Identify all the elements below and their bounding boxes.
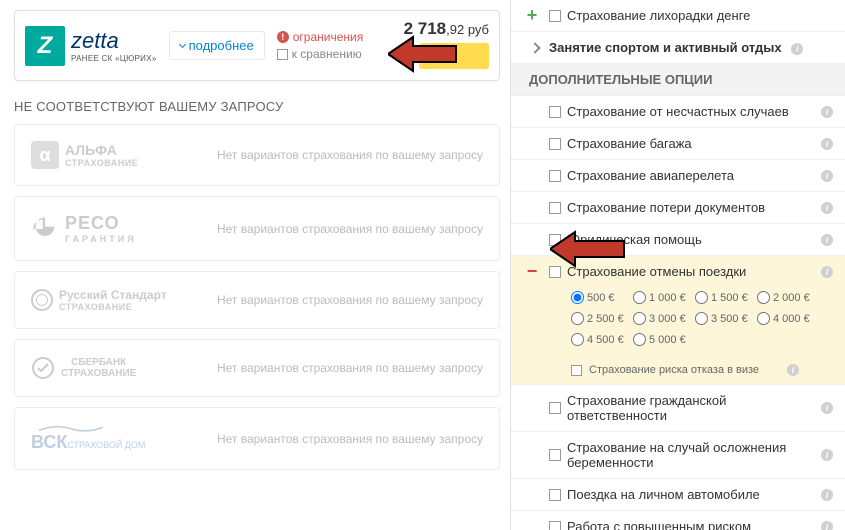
company-logo-vsk: ВСКСТРАХОВОЙ ДОМ xyxy=(31,424,145,453)
company-logo-reso: РЕСО ГАРАНТИЯ xyxy=(31,213,137,244)
amount-radio-5000[interactable]: 5 000 € xyxy=(633,333,691,346)
checkbox-icon[interactable] xyxy=(549,266,561,278)
info-icon[interactable]: i xyxy=(821,489,833,501)
no-match-heading: НЕ СООТВЕТСТВУЮТ ВАШЕМУ ЗАПРОСУ xyxy=(14,99,500,114)
amount-radio-2500[interactable]: 2 500 € xyxy=(571,312,629,325)
checkbox-icon[interactable] xyxy=(549,402,561,414)
no-match-card-rs: Русский Стандарт СТРАХОВАНИЕ Нет вариант… xyxy=(14,271,500,329)
option-baggage[interactable]: Страхование багажа i xyxy=(511,128,845,160)
checkbox-icon[interactable] xyxy=(549,521,561,530)
chevron-right-icon xyxy=(529,42,540,53)
company-subtitle: РАНЕЕ СК «ЦЮРИХ» xyxy=(71,54,157,63)
option-legal[interactable]: Юридическая помощь i xyxy=(511,224,845,256)
info-icon[interactable]: i xyxy=(821,449,833,461)
info-icon[interactable]: i xyxy=(791,43,803,55)
info-icon[interactable]: i xyxy=(821,234,833,246)
zetta-icon: Z xyxy=(25,26,65,66)
no-match-message: Нет вариантов страхования по вашему запр… xyxy=(217,148,483,162)
no-match-card-alpha: α АЛЬФА СТРАХОВАНИЕ Нет вариантов страхо… xyxy=(14,124,500,186)
checkbox-icon[interactable] xyxy=(549,138,561,150)
info-icon[interactable]: i xyxy=(821,266,833,278)
company-logo: Z zetta РАНЕЕ СК «ЦЮРИХ» xyxy=(25,26,157,66)
checkbox-icon[interactable] xyxy=(549,202,561,214)
checkbox-icon[interactable] xyxy=(549,10,561,22)
option-accident[interactable]: Страхование от несчастных случаев i xyxy=(511,96,845,128)
option-cancel[interactable]: − Страхование отмены поездки i xyxy=(511,256,845,287)
checkbox-icon xyxy=(277,49,288,60)
no-match-card-sber: СБЕРБАНК СТРАХОВАНИЕ Нет вариантов страх… xyxy=(14,339,500,397)
no-match-card-vsk: ВСКСТРАХОВОЙ ДОМ Нет вариантов страхован… xyxy=(14,407,500,470)
more-details-link[interactable]: подробнее xyxy=(169,31,265,60)
info-icon[interactable]: i xyxy=(821,202,833,214)
no-match-message: Нет вариантов страхования по вашему запр… xyxy=(217,222,483,236)
option-pregnancy[interactable]: Страхование на случай осложнения беремен… xyxy=(511,432,845,479)
price: 2 718,92 руб xyxy=(404,19,489,39)
amount-radio-500[interactable]: 500 € xyxy=(571,291,629,304)
amount-radio-2000[interactable]: 2 000 € xyxy=(757,291,815,304)
amount-radio-3000[interactable]: 3 000 € xyxy=(633,312,691,325)
option-auto[interactable]: Поездка на личном автомобиле i xyxy=(511,479,845,511)
checkbox-icon[interactable] xyxy=(549,489,561,501)
checkbox-icon[interactable] xyxy=(549,106,561,118)
minus-icon[interactable]: − xyxy=(523,261,541,282)
company-logo-sber: СБЕРБАНК СТРАХОВАНИЕ xyxy=(31,356,136,380)
company-logo-alpha: α АЛЬФА СТРАХОВАНИЕ xyxy=(31,141,138,169)
plus-icon: + xyxy=(523,5,541,26)
additional-options-section: ДОПОЛНИТЕЛЬНЫЕ ОПЦИИ xyxy=(511,64,845,96)
info-icon[interactable]: i xyxy=(821,170,833,182)
checkbox-icon[interactable] xyxy=(549,234,561,246)
no-match-message: Нет вариантов страхования по вашему запр… xyxy=(217,293,483,307)
no-match-message: Нет вариантов страхования по вашему запр… xyxy=(217,361,483,375)
offer-card: Z zetta РАНЕЕ СК «ЦЮРИХ» подробнее ! огр… xyxy=(14,10,500,81)
option-dengue[interactable]: + Страхование лихорадки денге xyxy=(511,0,845,32)
amount-radio-1500[interactable]: 1 500 € xyxy=(695,291,753,304)
amount-radio-3500[interactable]: 3 500 € xyxy=(695,312,753,325)
compare-checkbox[interactable]: к сравнению xyxy=(277,47,363,61)
info-icon[interactable]: i xyxy=(787,364,799,376)
cancel-amount-options: 500 € 1 000 € 1 500 € 2 000 € 2 500 € 3 … xyxy=(511,287,845,358)
option-visa-refusal[interactable]: Страхование риска отказа в визе i xyxy=(511,358,845,385)
restrictions-flag[interactable]: ! ограничения xyxy=(277,30,363,44)
company-logo-rs: Русский Стандарт СТРАХОВАНИЕ xyxy=(31,288,167,312)
right-panel: + Страхование лихорадки денге Занятие сп… xyxy=(510,0,845,530)
info-icon[interactable]: i xyxy=(821,521,833,530)
offer-price-block: 2 718,92 руб xyxy=(404,19,489,72)
no-match-message: Нет вариантов страхования по вашему запр… xyxy=(217,432,483,446)
checkbox-icon[interactable] xyxy=(549,170,561,182)
info-icon[interactable]: i xyxy=(821,138,833,150)
option-docs[interactable]: Страхование потери документов i xyxy=(511,192,845,224)
amount-radio-4500[interactable]: 4 500 € xyxy=(571,333,629,346)
amount-radio-4000[interactable]: 4 000 € xyxy=(757,312,815,325)
option-flight[interactable]: Страхование авиаперелета i xyxy=(511,160,845,192)
chevron-down-icon xyxy=(179,41,186,48)
left-panel: Z zetta РАНЕЕ СК «ЦЮРИХ» подробнее ! огр… xyxy=(0,0,510,530)
sport-section-header[interactable]: Занятие спортом и активный отдых i xyxy=(511,32,845,64)
amount-radio-1000[interactable]: 1 000 € xyxy=(633,291,691,304)
option-civil[interactable]: Страхование гражданской ответственности … xyxy=(511,385,845,432)
info-icon[interactable]: i xyxy=(821,106,833,118)
checkbox-icon[interactable] xyxy=(549,449,561,461)
option-risk[interactable]: Работа с повышенным риском i xyxy=(511,511,845,530)
company-name: zetta xyxy=(71,28,157,54)
buy-button[interactable] xyxy=(419,43,489,69)
option-cancel-expanded: − Страхование отмены поездки i 500 € 1 0… xyxy=(511,256,845,385)
info-icon[interactable]: i xyxy=(821,402,833,414)
checkbox-icon[interactable] xyxy=(571,365,582,376)
offer-flags: ! ограничения к сравнению xyxy=(277,30,363,61)
warning-icon: ! xyxy=(277,31,289,43)
no-match-card-reso: РЕСО ГАРАНТИЯ Нет вариантов страхования … xyxy=(14,196,500,261)
